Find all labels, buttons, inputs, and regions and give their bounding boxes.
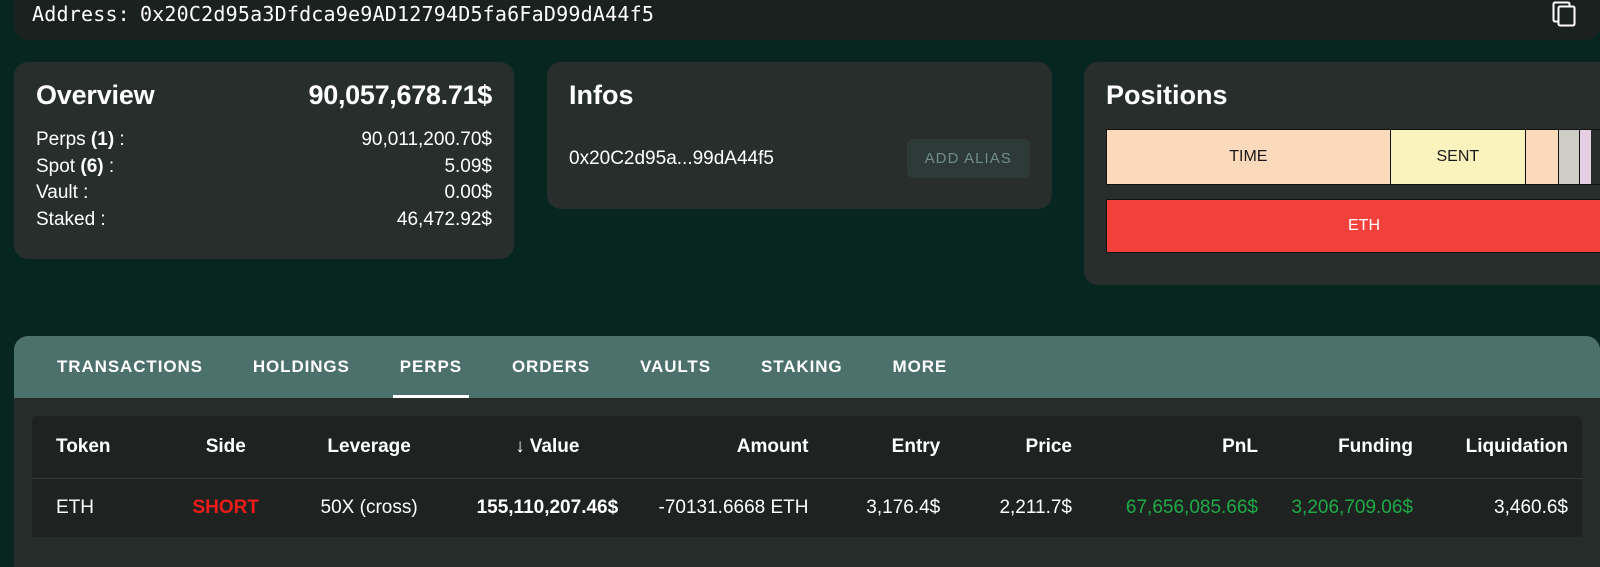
tab-vaults[interactable]: VAULTS bbox=[615, 336, 736, 398]
perps-table-container: Token Side Leverage ↓Value Amount Entry … bbox=[32, 416, 1582, 537]
overview-row-vault: Vault : 0.00$ bbox=[36, 180, 492, 207]
overview-label-spot: Spot (6) : bbox=[36, 154, 114, 181]
tabs-panel: TRANSACTIONS HOLDINGS PERPS ORDERS VAULT… bbox=[14, 336, 1600, 567]
infos-address-short[interactable]: 0x20C2d95a...99dA44f5 bbox=[569, 148, 774, 170]
infos-body: 0x20C2d95a...99dA44f5 ADD ALIAS bbox=[569, 139, 1030, 178]
column-header-entry[interactable]: Entry bbox=[823, 416, 955, 479]
column-header-liquidation[interactable]: Liquidation bbox=[1427, 416, 1582, 479]
column-header-token[interactable]: Token bbox=[32, 416, 164, 479]
cell-value: 155,110,207.46$ bbox=[451, 479, 645, 538]
overview-row-staked: Staked : 46,472.92$ bbox=[36, 207, 492, 234]
column-header-pnl[interactable]: PnL bbox=[1086, 416, 1272, 479]
table-row[interactable]: ETH SHORT 50X (cross) 155,110,207.46$ -7… bbox=[32, 479, 1582, 538]
column-header-side[interactable]: Side bbox=[164, 416, 288, 479]
column-header-value-label: Value bbox=[530, 436, 580, 457]
overview-label-perps: Perps (1) : bbox=[36, 127, 125, 154]
column-header-price[interactable]: Price bbox=[954, 416, 1086, 479]
positions-segment-5[interactable] bbox=[1580, 130, 1590, 184]
address-label: Address: bbox=[32, 2, 130, 26]
overview-suffix-staked: : bbox=[95, 209, 106, 230]
column-header-amount[interactable]: Amount bbox=[644, 416, 822, 479]
tab-orders[interactable]: ORDERS bbox=[487, 336, 615, 398]
tab-more[interactable]: MORE bbox=[868, 336, 973, 398]
overview-label-staked-text: Staked bbox=[36, 209, 95, 230]
tab-transactions[interactable]: TRANSACTIONS bbox=[32, 336, 228, 398]
overview-card: Overview 90,057,678.71$ Perps (1) : 90,0… bbox=[14, 62, 514, 259]
perps-table-body: ETH SHORT 50X (cross) 155,110,207.46$ -7… bbox=[32, 479, 1582, 538]
positions-eth-bar[interactable]: ETH bbox=[1106, 199, 1600, 253]
positions-segment-3[interactable] bbox=[1526, 130, 1559, 184]
positions-segment-sent[interactable]: SENT bbox=[1391, 130, 1526, 184]
positions-title: Positions bbox=[1106, 80, 1600, 111]
cell-side: SHORT bbox=[164, 479, 288, 538]
overview-suffix-vault: : bbox=[78, 182, 89, 203]
infos-title: Infos bbox=[569, 80, 1030, 111]
cell-leverage: 50X (cross) bbox=[288, 479, 451, 538]
overview-value-vault: 0.00$ bbox=[444, 180, 492, 207]
infos-card: Infos 0x20C2d95a...99dA44f5 ADD ALIAS bbox=[547, 62, 1052, 209]
overview-total-value: 90,057,678.71$ bbox=[309, 80, 492, 111]
cards-row: Overview 90,057,678.71$ Perps (1) : 90,0… bbox=[0, 62, 1600, 292]
address-value: 0x20C2d95a3Dfdca9e9AD12794D5fa6FaD99dA44… bbox=[140, 2, 654, 26]
add-alias-button[interactable]: ADD ALIAS bbox=[907, 139, 1030, 178]
address-bar: Address: 0x20C2d95a3Dfdca9e9AD12794D5fa6F… bbox=[14, 0, 1600, 40]
overview-row-spot: Spot (6) : 5.09$ bbox=[36, 154, 492, 181]
column-header-funding[interactable]: Funding bbox=[1272, 416, 1427, 479]
cell-amount: -70131.6668 ETH bbox=[644, 479, 822, 538]
perps-table-header-row: Token Side Leverage ↓Value Amount Entry … bbox=[32, 416, 1582, 479]
perps-table: Token Side Leverage ↓Value Amount Entry … bbox=[32, 416, 1582, 537]
sort-descending-icon: ↓ bbox=[515, 436, 525, 457]
copy-icon[interactable] bbox=[1546, 0, 1582, 32]
overview-suffix-perps: : bbox=[114, 129, 125, 150]
overview-value-perps: 90,011,200.70$ bbox=[361, 127, 492, 154]
overview-label-staked: Staked : bbox=[36, 207, 106, 234]
positions-segment-4[interactable] bbox=[1559, 130, 1581, 184]
overview-label-vault-text: Vault bbox=[36, 182, 78, 203]
overview-title: Overview bbox=[36, 80, 154, 111]
overview-row-perps: Perps (1) : 90,011,200.70$ bbox=[36, 127, 492, 154]
tabs-bar: TRANSACTIONS HOLDINGS PERPS ORDERS VAULT… bbox=[14, 336, 1600, 398]
cell-pnl: 67,656,085.66$ bbox=[1086, 479, 1272, 538]
overview-label-spot-text: Spot bbox=[36, 156, 80, 177]
overview-suffix-spot: : bbox=[104, 156, 115, 177]
overview-label-perps-text: Perps bbox=[36, 129, 91, 150]
tab-holdings[interactable]: HOLDINGS bbox=[228, 336, 375, 398]
cell-price: 2,211.7$ bbox=[954, 479, 1086, 538]
perps-table-head: Token Side Leverage ↓Value Amount Entry … bbox=[32, 416, 1582, 479]
overview-header: Overview 90,057,678.71$ bbox=[36, 80, 492, 111]
cell-liquidation: 3,460.6$ bbox=[1427, 479, 1582, 538]
overview-label-vault: Vault : bbox=[36, 180, 88, 207]
cell-funding: 3,206,709.06$ bbox=[1272, 479, 1427, 538]
tab-perps[interactable]: PERPS bbox=[375, 336, 487, 398]
tab-staking[interactable]: STAKING bbox=[736, 336, 868, 398]
cell-token: ETH bbox=[32, 479, 164, 538]
column-header-value[interactable]: ↓Value bbox=[451, 416, 645, 479]
column-header-leverage[interactable]: Leverage bbox=[288, 416, 451, 479]
cell-entry: 3,176.4$ bbox=[823, 479, 955, 538]
overview-value-spot: 5.09$ bbox=[444, 154, 492, 181]
overview-value-staked: 46,472.92$ bbox=[397, 207, 492, 234]
address-text: Address: 0x20C2d95a3Dfdca9e9AD12794D5fa6F… bbox=[32, 2, 654, 26]
positions-card: Positions TIME SENT ETH bbox=[1084, 62, 1600, 285]
positions-segment-time[interactable]: TIME bbox=[1107, 130, 1391, 184]
overview-count-perps: (1) bbox=[91, 129, 114, 150]
positions-distribution-bar: TIME SENT bbox=[1106, 129, 1600, 185]
overview-count-spot: (6) bbox=[80, 156, 103, 177]
